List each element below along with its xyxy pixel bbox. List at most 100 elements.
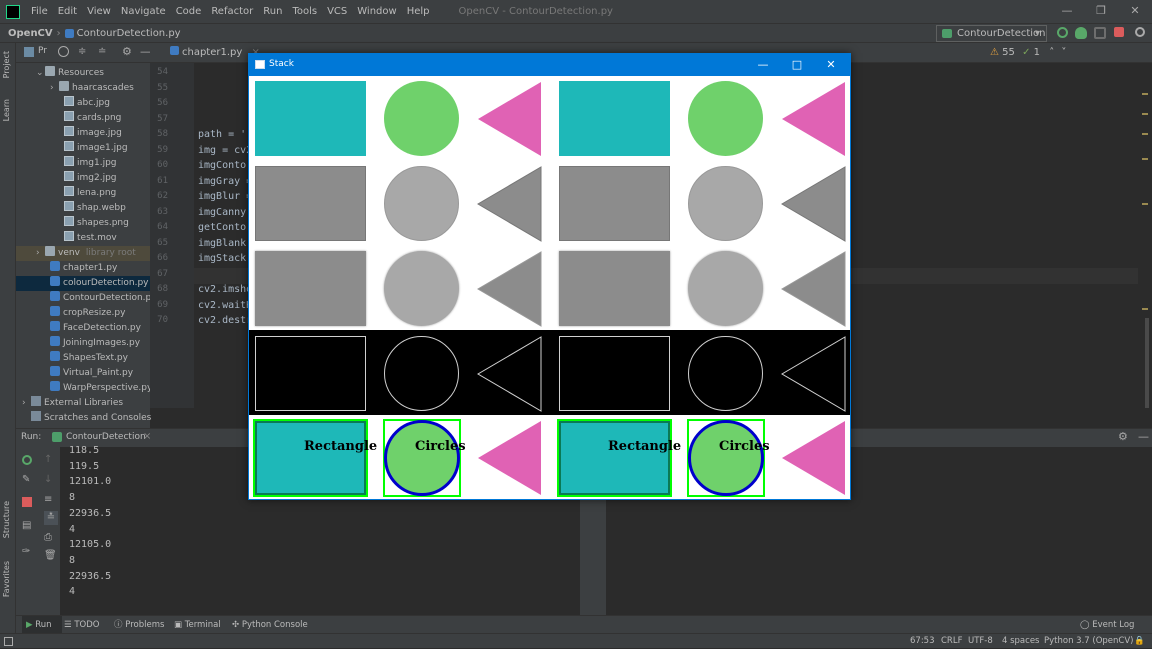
debug-bug-icon[interactable] — [1075, 27, 1087, 39]
tree-item[interactable]: abc.jpg — [16, 96, 150, 111]
soft-wrap-icon[interactable]: ≡ — [44, 495, 54, 505]
tree-item[interactable]: Scratches and Consoles — [16, 411, 151, 426]
bottom-tab-label: TODO — [74, 620, 100, 630]
run-configuration-select[interactable]: ContourDetection ▾ — [936, 25, 1047, 42]
tree-item-label: image.jpg — [77, 128, 122, 138]
tree-item[interactable]: chapter1.py — [16, 261, 150, 276]
line-separator[interactable]: CRLF — [941, 634, 962, 649]
tab-chapter1[interactable]: chapter1.py × — [160, 43, 260, 63]
menu-tools[interactable]: Tools — [287, 6, 322, 17]
gear-icon[interactable]: ⚙ — [122, 45, 132, 58]
chevron-right-icon[interactable]: › — [50, 81, 59, 96]
lock-icon[interactable]: 🔒 — [1134, 634, 1145, 649]
gear-icon[interactable]: ⚙ — [1118, 430, 1128, 443]
tree-item[interactable]: FaceDetection.py — [16, 321, 150, 336]
menu-navigate[interactable]: Navigate — [116, 6, 171, 17]
arrow-up-icon[interactable]: ↑ — [44, 455, 54, 465]
chevron-right-icon[interactable]: › — [36, 246, 45, 261]
menu-file[interactable]: File — [26, 6, 53, 17]
run-tab-contourdetection[interactable]: ContourDetection — [66, 432, 146, 442]
search-icon[interactable] — [1135, 27, 1145, 37]
menu-window[interactable]: Window — [352, 6, 401, 17]
favorites-tool-window-tab[interactable]: Favorites — [2, 561, 11, 597]
layout-icon[interactable]: ▤ — [22, 521, 32, 531]
breadcrumb-file[interactable]: ContourDetection.py — [77, 28, 181, 39]
tree-item[interactable]: › haarcascades — [16, 81, 150, 96]
tree-item[interactable]: lena.png — [16, 186, 150, 201]
bottom-tab-problems[interactable]: ⓘ Problems — [114, 616, 164, 634]
bottom-tab-python-console[interactable]: ✣ Python Console — [232, 616, 308, 634]
maximize-button[interactable]: □ — [780, 54, 814, 76]
pin-icon[interactable]: ✑ — [22, 547, 32, 557]
indent-setting[interactable]: 4 spaces — [1002, 634, 1039, 649]
tree-item[interactable]: img1.jpg — [16, 156, 150, 171]
hide-panel-icon[interactable]: — — [1138, 430, 1149, 443]
menu-edit[interactable]: Edit — [53, 6, 82, 17]
chevron-up-icon[interactable]: ˄ — [1049, 47, 1054, 58]
tree-item[interactable]: img2.jpg — [16, 171, 150, 186]
minimize-button[interactable]: — — [746, 54, 780, 76]
menu-refactor[interactable]: Refactor — [206, 6, 258, 17]
tree-item[interactable]: › venv library root — [16, 246, 150, 261]
close-button[interactable]: ✕ — [814, 54, 848, 76]
learn-tool-window-tab[interactable]: Learn — [2, 99, 11, 121]
bottom-tab-terminal[interactable]: ▣ Terminal — [174, 616, 221, 634]
caret-position[interactable]: 67:53 — [910, 634, 935, 649]
tree-item[interactable]: WarpPerspective.py — [16, 381, 152, 396]
tree-item[interactable]: cards.png — [16, 111, 150, 126]
tree-item-label: ContourDetection.p — [63, 293, 152, 303]
tree-item[interactable]: shapes.png — [16, 216, 150, 231]
collapse-all-icon[interactable]: ≐ — [98, 46, 106, 57]
blurred-rectangle — [559, 251, 670, 326]
close-icon[interactable]: × — [143, 431, 151, 442]
scroll-to-end-icon[interactable]: ≛ — [44, 511, 58, 525]
bottom-tool-tabs: ▶ Run ☰ TODO ⓘ Problems ▣ Terminal ✣ Pyt… — [16, 615, 1152, 634]
ide-minimize-button[interactable]: — — [1050, 0, 1084, 23]
bottom-tab-todo[interactable]: ☰ TODO — [64, 616, 99, 634]
arrow-down-icon[interactable]: ↓ — [44, 475, 54, 485]
project-tool-window-tab[interactable]: Project — [2, 51, 11, 78]
tree-item[interactable]: colourDetection.py — [16, 276, 150, 291]
chevron-down-icon[interactable]: ˅ — [1061, 47, 1066, 58]
stop-icon[interactable] — [1114, 27, 1124, 37]
tree-item[interactable]: ContourDetection.p — [16, 291, 152, 306]
trash-icon[interactable]: 🗑 — [44, 551, 57, 561]
rerun-icon[interactable] — [22, 455, 32, 465]
tree-item[interactable]: shap.webp — [16, 201, 150, 216]
python-interpreter[interactable]: Python 3.7 (OpenCV) — [1044, 634, 1133, 649]
ide-close-button[interactable]: ✕ — [1118, 0, 1152, 23]
tree-item[interactable]: image.jpg — [16, 126, 150, 141]
tree-item[interactable]: cropResize.py — [16, 306, 150, 321]
tree-item[interactable]: › External Libraries — [16, 396, 150, 411]
rerun-icon[interactable] — [1057, 27, 1068, 38]
menu-code[interactable]: Code — [171, 6, 207, 17]
tool-windows-icon[interactable] — [4, 637, 13, 646]
menu-vcs[interactable]: VCS — [322, 6, 352, 17]
tree-item[interactable]: JoiningImages.py — [16, 336, 150, 351]
tree-item[interactable]: Virtual_Paint.py — [16, 366, 150, 381]
menu-help[interactable]: Help — [402, 6, 435, 17]
tree-item[interactable]: test.mov — [16, 231, 150, 246]
chevron-right-icon[interactable]: › — [22, 396, 31, 411]
inspection-widget[interactable]: ⚠ 55 ✓ 1 ˄ ˅ — [980, 43, 1066, 63]
ide-restore-button[interactable]: ❐ — [1084, 0, 1118, 23]
menu-view[interactable]: View — [82, 6, 116, 17]
coverage-icon[interactable] — [1094, 27, 1106, 39]
project-view-dropdown[interactable]: Pr — [38, 46, 47, 56]
bottom-tab-run[interactable]: ▶ Run — [22, 616, 62, 634]
tree-item[interactable]: ShapesText.py — [16, 351, 150, 366]
chevron-down-icon[interactable]: ⌄ — [36, 66, 45, 81]
menu-run[interactable]: Run — [258, 6, 287, 17]
stack-window-titlebar[interactable]: Stack — □ ✕ — [249, 54, 850, 76]
tree-item[interactable]: image1.jpg — [16, 141, 150, 156]
breadcrumb-project[interactable]: OpenCV — [0, 28, 57, 39]
structure-tool-window-tab[interactable]: Structure — [2, 501, 11, 538]
tree-item[interactable]: ⌄ Resources — [16, 66, 150, 81]
stop-icon[interactable] — [22, 497, 32, 507]
wrench-icon[interactable]: ✎ — [22, 475, 32, 485]
file-encoding[interactable]: UTF-8 — [968, 634, 993, 649]
locate-icon[interactable] — [58, 46, 69, 57]
expand-all-icon[interactable]: ≑ — [78, 46, 86, 57]
event-log-button[interactable]: ◯ Event Log — [1080, 616, 1134, 634]
print-icon[interactable]: ⎙ — [44, 533, 54, 543]
